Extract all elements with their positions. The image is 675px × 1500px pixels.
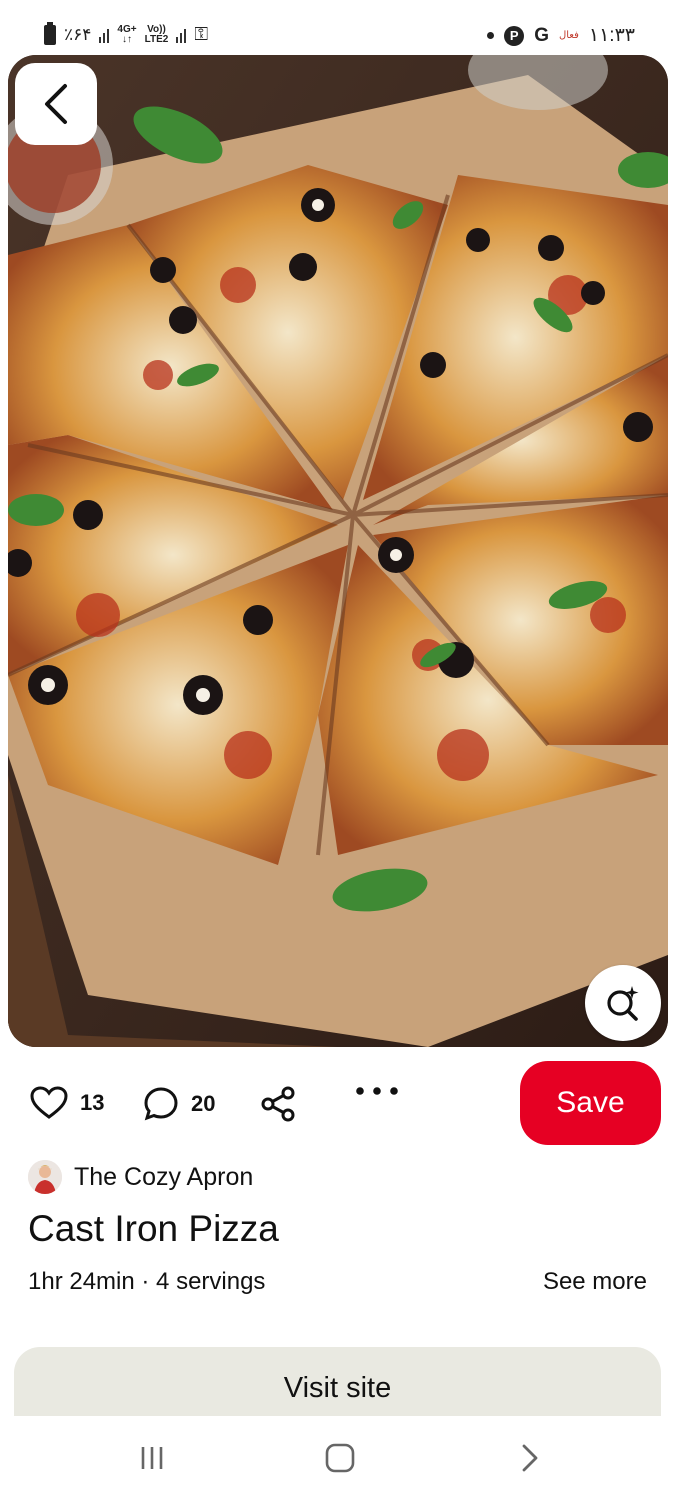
battery-level: ٪۶۴ — [64, 24, 92, 44]
creator-name[interactable]: The Cozy Apron — [74, 1163, 253, 1192]
back-chevron-icon — [522, 1444, 538, 1472]
creator-row[interactable]: The Cozy Apron — [28, 1160, 253, 1194]
google-icon: G — [534, 24, 549, 46]
status-left: ٪۶۴ 4G+ ↓↑ Vo)) LTE2 ⚿ — [44, 21, 209, 45]
network-type: 4G+ ↓↑ — [117, 23, 137, 45]
pizza-illustration — [8, 55, 668, 1047]
carrier-label: فعال — [558, 30, 579, 41]
home-icon — [325, 1443, 355, 1473]
more-options-button[interactable] — [355, 1086, 399, 1096]
volte-indicator: Vo)) LTE2 — [144, 24, 169, 45]
chevron-left-icon — [45, 84, 67, 124]
home-button[interactable] — [318, 1438, 362, 1478]
comment-count: 20 — [191, 1091, 216, 1116]
pin-title: Cast Iron Pizza — [28, 1208, 279, 1249]
heart-icon — [30, 1086, 68, 1119]
visual-search-button[interactable] — [585, 965, 661, 1041]
avatar-image — [28, 1160, 62, 1194]
creator-avatar[interactable] — [28, 1160, 62, 1194]
save-button[interactable]: Save — [520, 1061, 661, 1145]
recent-apps-button[interactable] — [130, 1438, 174, 1478]
lte-label: LTE2 — [144, 33, 169, 45]
share-icon — [261, 1086, 295, 1122]
pin-image[interactable] — [8, 55, 668, 1047]
visit-site-label: Visit site — [283, 1371, 392, 1404]
key-icon: ⚿ — [194, 24, 209, 44]
more-dots-icon — [356, 1087, 398, 1095]
comment-icon — [144, 1087, 178, 1121]
lens-search-icon — [607, 986, 639, 1021]
network-type-label: 4G+ — [117, 23, 137, 35]
recent-apps-icon — [141, 1447, 163, 1469]
signal-icon-2 — [176, 27, 187, 43]
status-right: P G فعال ۱۱:۳۳ — [487, 24, 635, 47]
system-back-button[interactable] — [508, 1438, 552, 1478]
recipe-meta: 1hr 24min · 4 servings — [28, 1268, 266, 1295]
like-action[interactable]: 13 — [30, 1086, 104, 1120]
comment-action[interactable]: 20 — [143, 1086, 215, 1122]
back-button[interactable] — [15, 63, 97, 145]
pinterest-icon: P — [504, 25, 525, 46]
dot-icon — [487, 32, 495, 39]
clock: ۱۱:۳۳ — [588, 25, 635, 46]
battery-icon — [44, 21, 56, 45]
system-nav-bar — [0, 1416, 675, 1500]
signal-icon — [99, 27, 110, 43]
share-button[interactable] — [260, 1086, 296, 1122]
like-count: 13 — [80, 1090, 105, 1115]
see-more-link[interactable]: See more — [543, 1268, 647, 1296]
